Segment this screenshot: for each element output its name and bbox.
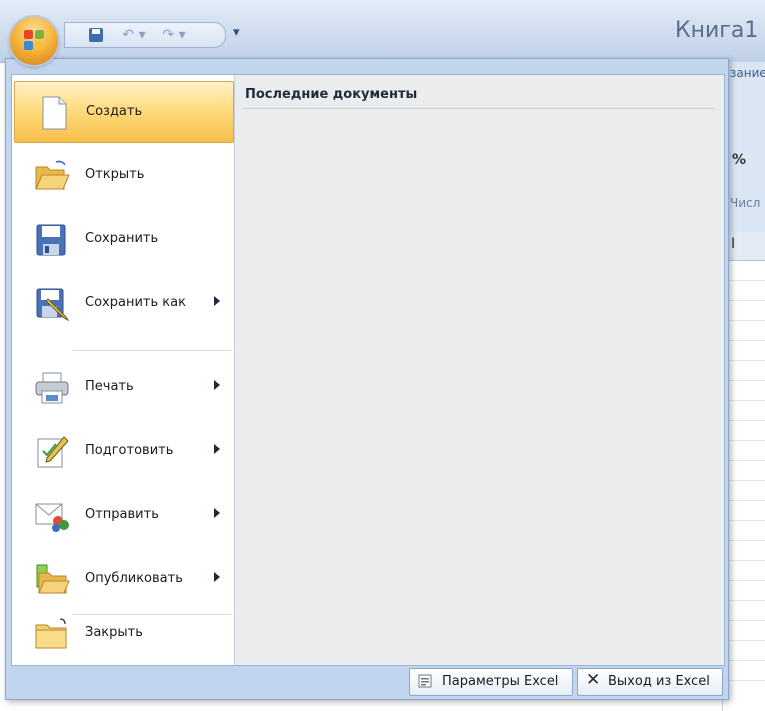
options-icon — [418, 674, 432, 688]
column-header-label: I — [731, 236, 736, 252]
menu-item-save-as[interactable]: Сохранить как — [14, 273, 232, 333]
grid-line — [723, 520, 765, 521]
menu-item-label: Подготовить — [85, 443, 174, 458]
quick-access-toolbar: ↶ ▾ ↷ ▾ — [64, 22, 226, 48]
menu-item-label: Закрыть — [85, 625, 143, 640]
command-list: Создать Открыть Сохранить Сохранить как … — [12, 75, 235, 665]
grid-line — [723, 300, 765, 301]
menu-item-open[interactable]: Открыть — [14, 145, 232, 205]
menu-item-label: Сохранить — [85, 231, 159, 246]
column-header[interactable]: I — [723, 232, 765, 261]
printer-icon — [35, 372, 69, 404]
window-title: Книга1 — [675, 18, 759, 43]
menu-item-send[interactable]: Отправить — [14, 485, 232, 545]
excel-options-label: Параметры Excel — [442, 674, 559, 689]
new-document-icon — [42, 96, 67, 130]
menu-divider — [72, 350, 232, 351]
number-group-label: Числ — [730, 196, 761, 210]
close-folder-icon — [35, 618, 67, 649]
grid-line — [723, 420, 765, 421]
recent-documents-panel: Последние документы — [235, 75, 724, 665]
save-icon — [36, 224, 66, 256]
grid-line — [723, 360, 765, 361]
menu-item-label: Отправить — [85, 507, 159, 522]
qat-save-button[interactable] — [87, 26, 105, 44]
office-logo-icon — [24, 30, 44, 50]
menu-item-new[interactable]: Создать — [14, 81, 234, 143]
recent-documents-title: Последние документы — [245, 87, 418, 102]
qat-redo-button[interactable]: ↷ ▾ — [159, 26, 189, 44]
grid-line — [723, 660, 765, 661]
grid-line — [723, 440, 765, 441]
exit-excel-label: Выход из Excel — [608, 674, 710, 689]
excel-options-button[interactable]: Параметры Excel — [409, 668, 573, 696]
menu-item-label: Опубликовать — [85, 571, 183, 586]
save-as-icon — [36, 288, 70, 321]
qat-customize-button[interactable]: ▾ — [233, 25, 240, 40]
menu-item-prepare[interactable]: Подготовить — [14, 421, 232, 481]
grid-line — [723, 340, 765, 341]
send-icon — [35, 503, 69, 532]
office-menu-body: Создать Открыть Сохранить Сохранить как … — [11, 74, 725, 666]
grid-line — [723, 460, 765, 461]
office-menu: Создать Открыть Сохранить Сохранить как … — [5, 58, 729, 700]
publish-icon — [36, 564, 70, 594]
grid-line — [723, 620, 765, 621]
grid-line — [723, 580, 765, 581]
submenu-arrow-icon — [214, 572, 220, 582]
menu-item-label: Сохранить как — [85, 295, 186, 310]
open-folder-icon — [35, 160, 70, 190]
title-bar: ↶ ▾ ↷ ▾ ▾ Книга1 — [0, 0, 765, 63]
ribbon-tab-fragment[interactable]: зание — [730, 66, 765, 80]
grid-line — [723, 600, 765, 601]
menu-item-publish[interactable]: Опубликовать — [14, 549, 232, 609]
grid-line — [723, 320, 765, 321]
grid-line — [723, 560, 765, 561]
grid-line — [723, 540, 765, 541]
menu-item-save[interactable]: Сохранить — [14, 209, 232, 269]
grid-line — [723, 400, 765, 401]
submenu-arrow-icon — [214, 508, 220, 518]
grid-line — [723, 280, 765, 281]
menu-item-label: Создать — [86, 104, 143, 119]
menu-item-print[interactable]: Печать — [14, 357, 232, 417]
menu-item-close[interactable]: Закрыть — [14, 603, 232, 663]
office-button[interactable] — [10, 17, 58, 65]
qat-undo-button[interactable]: ↶ ▾ — [119, 26, 149, 44]
close-icon: ✕ — [586, 670, 601, 690]
percent-format-button[interactable]: % — [732, 152, 746, 168]
submenu-arrow-icon — [214, 296, 220, 306]
menu-item-label: Открыть — [85, 167, 145, 182]
submenu-arrow-icon — [214, 444, 220, 454]
grid-line — [723, 640, 765, 641]
grid-line — [723, 500, 765, 501]
grid-line — [723, 480, 765, 481]
save-icon — [89, 28, 103, 42]
submenu-arrow-icon — [214, 380, 220, 390]
grid-line — [723, 380, 765, 381]
menu-item-label: Печать — [85, 379, 134, 394]
grid-line — [723, 680, 765, 681]
office-menu-footer: Параметры Excel ✕ Выход из Excel — [11, 666, 723, 696]
exit-excel-button[interactable]: ✕ Выход из Excel — [577, 668, 723, 696]
prepare-document-icon — [37, 436, 69, 468]
recent-documents-divider — [243, 108, 715, 109]
